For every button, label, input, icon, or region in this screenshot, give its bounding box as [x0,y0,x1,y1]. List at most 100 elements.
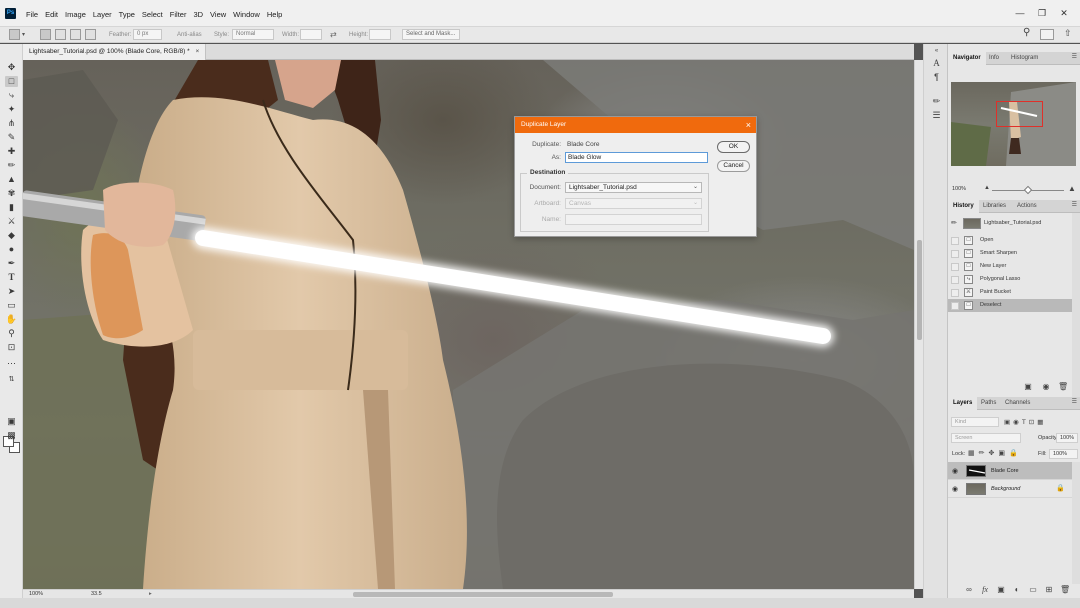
path-selection-icon[interactable]: ➤ [5,286,18,297]
quick-mask-icon[interactable]: ▣ [5,416,18,427]
menu-image[interactable]: Image [65,8,91,21]
height-input[interactable] [369,29,391,40]
close-icon[interactable]: ✕ [1058,7,1070,19]
layer-mask-icon[interactable]: ▣ [996,585,1006,594]
tab-actions[interactable]: Actions [1012,200,1042,213]
paint-bucket-icon[interactable]: ⚔ [5,216,18,227]
new-layer-icon[interactable]: ⊞ [1044,585,1054,594]
history-source-checkbox[interactable] [951,289,959,297]
eyedropper-icon[interactable]: ✎ [5,132,18,143]
vertical-scroll-thumb[interactable] [917,240,922,340]
menu-file[interactable]: File [26,8,43,21]
zoom-in-icon[interactable]: ▲ [1068,184,1076,193]
navigator-thumbnail[interactable] [951,82,1076,166]
camera-icon[interactable]: ◉ [1041,382,1051,391]
status-arrow-icon[interactable]: ▸ [149,591,152,598]
ok-button[interactable]: OK [717,141,750,153]
layer-filter-icons[interactable]: ▣◉T⊡▦ [1004,418,1046,426]
workspace-icon[interactable] [1040,29,1054,40]
close-tab-icon[interactable]: × [195,48,199,55]
layer-row-blade-core[interactable]: ◉ Blade Core [948,462,1072,480]
panel-menu-icon[interactable]: ☰ [1072,201,1077,208]
history-source-checkbox[interactable] [951,276,959,284]
new-group-icon[interactable]: ▭ [1028,585,1038,594]
canvas-vertical-scrollbar[interactable] [914,60,923,589]
restore-icon[interactable]: ❐ [1036,7,1048,19]
history-item[interactable]: □ New Layer [948,260,1072,273]
tab-info[interactable]: Info [984,52,1004,65]
zoom-out-icon[interactable]: ▲ [984,185,990,191]
width-input[interactable] [300,29,322,40]
search-icon[interactable]: ⚲ [1023,28,1030,38]
add-selection-icon[interactable] [55,29,66,40]
lasso-tool-icon[interactable]: ⤷ [5,90,18,101]
eye-icon[interactable]: ◉ [952,485,958,493]
menu-edit[interactable]: Edit [45,8,63,21]
more-tools-icon[interactable]: ⋯ [5,358,18,369]
history-snapshot[interactable]: ✏ Lightsaber_Tutorial.psd [948,217,1072,230]
subtract-selection-icon[interactable] [70,29,81,40]
select-and-mask-button[interactable]: Select and Mask... [402,29,460,40]
hand-tool-icon[interactable]: ✋ [5,314,18,325]
history-item[interactable]: ⤷ Polygonal Lasso [948,273,1072,286]
zoom-tool-icon[interactable]: ⚲ [5,328,18,339]
dialog-close-icon[interactable]: × [746,117,751,133]
navigator-view-box[interactable] [996,101,1043,127]
layer-row-background[interactable]: ◉ Background 🔒 [948,480,1072,498]
opacity-input[interactable]: 100% [1056,433,1078,443]
history-source-checkbox[interactable] [951,237,959,245]
crop-tool-icon[interactable]: ⋔ [5,118,18,129]
navigator-zoom-value[interactable]: 100% [952,186,978,194]
history-source-checkbox[interactable] [951,263,959,271]
feather-input[interactable]: 0 px [133,29,162,40]
tab-channels[interactable]: Channels [1000,397,1035,410]
history-brush-icon[interactable]: ✾ [5,188,18,199]
menu-type[interactable]: Type [119,8,140,21]
layer-style-icon[interactable]: fx [980,585,990,594]
menu-view[interactable]: View [210,8,231,21]
paragraph-panel-icon[interactable]: ¶ [931,72,942,83]
adjustment-layer-icon[interactable]: ◐ [1012,585,1022,594]
trash-icon[interactable]: 🗑 [1060,585,1070,594]
frame-tool-icon[interactable]: ⊡ [5,342,18,353]
menu-filter[interactable]: Filter [170,8,192,21]
tab-paths[interactable]: Paths [976,397,1001,410]
trash-icon[interactable]: 🗑 [1058,382,1068,391]
document-canvas[interactable] [23,60,914,589]
eraser-tool-icon[interactable]: ▮ [5,202,18,213]
panel-menu-icon[interactable]: ☰ [1072,398,1077,405]
rectangular-marquee-icon[interactable] [9,29,20,40]
new-selection-icon[interactable] [40,29,51,40]
tab-histogram[interactable]: Histogram [1006,52,1043,65]
clone-stamp-icon[interactable]: ▲ [5,174,18,185]
panel-menu-icon[interactable]: ☰ [1072,53,1077,60]
navigator-zoom-knob[interactable] [1023,185,1033,195]
pen-tool-icon[interactable]: ✒ [5,258,18,269]
dodge-tool-icon[interactable]: ● [5,244,18,255]
menu-select[interactable]: Select [142,8,168,21]
intersect-selection-icon[interactable] [85,29,96,40]
type-tool-icon[interactable]: T [5,272,18,283]
antialias-checkbox[interactable]: Anti-alias [177,30,202,40]
lock-icons[interactable]: ▦✏✥▣🔒 [968,449,1022,457]
marquee-tool-icon[interactable]: □ [5,76,18,87]
menu-3d[interactable]: 3D [193,8,208,21]
link-layers-icon[interactable]: ∞ [964,585,974,594]
default-colors-icon[interactable]: ⇅ [5,374,18,385]
horizontal-scroll-thumb[interactable] [353,592,613,597]
magic-wand-icon[interactable]: ✦ [5,104,18,115]
tab-layers[interactable]: Layers [948,397,978,410]
document-select[interactable]: Lightsaber_Tutorial.psd ⌄ [565,182,702,193]
history-source-checkbox[interactable] [951,302,959,310]
cancel-button[interactable]: Cancel [717,160,750,172]
move-tool-icon[interactable]: ✥ [5,62,18,73]
history-scrollbar[interactable] [1072,213,1080,398]
layer-filter-kind[interactable]: Kind [951,417,999,427]
adjustments-icon[interactable]: ☰ [931,110,942,121]
menu-window[interactable]: Window [233,8,265,21]
character-panel-icon[interactable]: A [931,58,942,69]
brush-tool-icon[interactable]: ✏ [5,160,18,171]
layers-scrollbar[interactable] [1072,462,1080,584]
history-brush-source-icon[interactable]: ✏ [951,219,957,227]
blend-mode-select[interactable]: Screen [951,433,1021,443]
